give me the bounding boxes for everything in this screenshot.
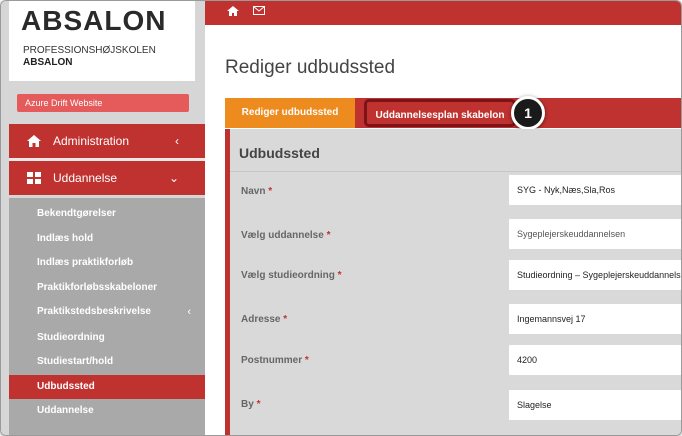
sub-item-bekendtgorelser[interactable]: Bekendtgørelser <box>9 202 205 226</box>
sub-item-label: Udbudssted <box>37 381 95 392</box>
field-label-adresse: Adresse * <box>241 314 287 325</box>
nav-uddannelse-label: Uddannelse <box>53 171 118 185</box>
chevron-down-icon: ⌄ <box>168 171 179 185</box>
home-icon <box>27 135 41 147</box>
logo-subtitle-name: ABSALON <box>23 57 73 68</box>
required-mark: * <box>283 314 288 325</box>
chevron-left-icon: ‹ <box>175 134 179 148</box>
tab-uddannelsesplan-skabelon[interactable]: Uddannelsesplan skabelon <box>364 99 516 127</box>
required-mark: * <box>304 355 309 366</box>
sub-item-studieordning[interactable]: Studieordning <box>9 326 205 350</box>
sub-item-udbudssted[interactable]: Udbudssted <box>9 375 205 399</box>
sub-item-label: Bekendtgørelser <box>37 208 116 219</box>
envelope-icon[interactable] <box>253 3 265 15</box>
sub-item-indlaes-praktikforlob[interactable]: Indlæs praktikforløb <box>9 251 205 275</box>
field-label-postnummer: Postnummer * <box>241 355 309 366</box>
sub-item-label: Studiestart/hold <box>37 356 114 367</box>
sub-item-label: Indlæs praktikforløb <box>37 257 134 268</box>
label-text: Postnummer <box>241 355 303 366</box>
label-text: Vælg uddannelse <box>241 230 324 241</box>
sub-item-indlaes-hold[interactable]: Indlæs hold <box>9 227 205 251</box>
label-text: Vælg studieordning <box>241 270 335 281</box>
uddannelse-select[interactable]: Sygeplejerskeuddannelsen <box>509 219 681 249</box>
form-divider <box>230 171 681 172</box>
sub-item-uddannelse[interactable]: Uddannelse <box>9 399 205 423</box>
home-icon[interactable] <box>227 3 239 16</box>
sub-item-studiestart-hold[interactable]: Studiestart/hold <box>9 350 205 374</box>
sub-item-label: Indlæs hold <box>37 233 94 244</box>
sub-item-praktikforlobsskabeloner[interactable]: Praktikforløbsskabeloner <box>9 276 205 300</box>
logo[interactable]: ABSALON PROFESSIONSHØJSKOLEN ABSALON <box>9 1 195 81</box>
sidebar: ABSALON PROFESSIONSHØJSKOLEN ABSALON Azu… <box>1 1 205 435</box>
sub-item-label: Praktikforløbsskabeloner <box>37 282 158 293</box>
app-window: ABSALON PROFESSIONSHØJSKOLEN ABSALON Azu… <box>0 0 682 436</box>
form-heading: Udbudssted <box>239 145 320 161</box>
by-input[interactable]: Slagelse <box>509 390 681 420</box>
required-mark: * <box>268 186 273 197</box>
postnummer-input[interactable]: 4200 <box>509 345 681 375</box>
logo-subtitle: PROFESSIONSHØJSKOLEN <box>23 45 156 56</box>
top-bar <box>205 1 681 25</box>
nav-administration-label: Administration <box>53 134 130 148</box>
field-label-studieordning: Vælg studieordning * <box>241 270 342 281</box>
field-label-navn: Navn * <box>241 186 272 197</box>
sub-item-praktikstedsbeskrivelse[interactable]: Praktikstedsbeskrivelse ‹ <box>9 300 205 324</box>
required-mark: * <box>337 270 342 281</box>
step-callout-badge: 1 <box>511 96 545 130</box>
azure-drift-button[interactable]: Azure Drift Website <box>17 94 189 112</box>
nav-administration[interactable]: Administration ‹ <box>9 124 205 158</box>
grid-icon <box>27 172 41 184</box>
studieordning-select[interactable]: Studieordning – Sygeplejerskeuddannelsen <box>509 260 681 290</box>
sub-item-label: Praktikstedsbeskrivelse <box>37 306 151 317</box>
label-text: By <box>241 399 254 410</box>
required-mark: * <box>326 230 331 241</box>
adresse-input[interactable]: Ingemannsvej 17 <box>509 304 681 334</box>
logo-wordmark: ABSALON <box>21 5 167 36</box>
nav-uddannelse[interactable]: Uddannelse ⌄ <box>9 161 205 195</box>
required-mark: * <box>256 399 261 410</box>
chevron-left-icon: ‹ <box>187 306 191 318</box>
navn-input[interactable]: SYG - Nyk,Næs,Sla,Ros <box>509 175 681 205</box>
tab-rediger-udbudssted[interactable]: Rediger udbudssted <box>225 98 355 128</box>
page-title: Rediger udbudssted <box>225 57 396 78</box>
label-text: Navn <box>241 186 266 197</box>
label-text: Adresse <box>241 314 281 325</box>
sub-nav-list: Bekendtgørelser Indlæs hold Indlæs prakt… <box>9 198 205 435</box>
field-label-by: By * <box>241 399 260 410</box>
sub-item-label: Studieordning <box>37 332 105 343</box>
field-label-uddannelse: Vælg uddannelse * <box>241 230 330 241</box>
sub-item-label: Uddannelse <box>37 405 94 416</box>
